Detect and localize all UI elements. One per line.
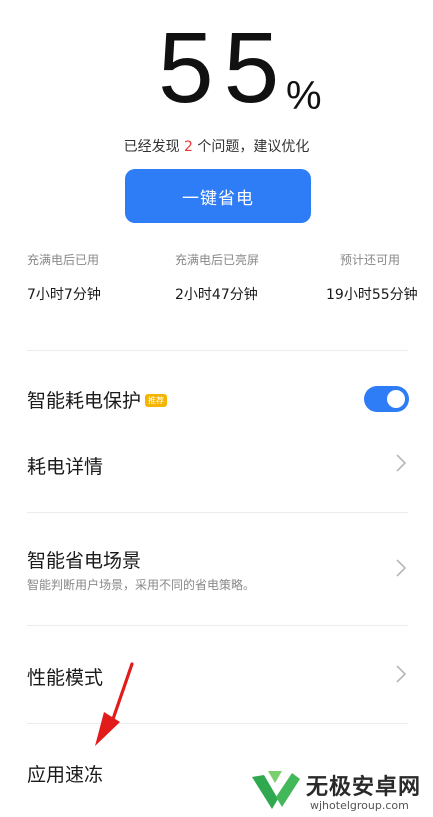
toggle-knob (387, 390, 405, 408)
stat-label: 预计还可用 (340, 253, 401, 267)
row-performance-mode[interactable]: 性能模式 (0, 625, 433, 723)
battery-percent: 55 (158, 12, 290, 124)
stat-label: 充满电后已亮屏 (175, 253, 260, 267)
stat-remaining: 预计还可用 19小时55分钟 (326, 251, 418, 304)
battery-percent-unit: % (286, 74, 322, 118)
issue-summary: 已经发现 2 个问题，建议优化 (0, 136, 433, 156)
annotation-arrow-icon (95, 662, 134, 746)
row-usage-detail[interactable]: 耗电详情 (0, 428, 433, 512)
row-title: 智能省电场景 (27, 550, 142, 572)
stat-used-since-charge: 充满电后已用 7小时7分钟 (27, 251, 101, 304)
stat-value: 2小时47分钟 (175, 287, 258, 303)
one-tap-save-button[interactable]: 一键省电 (125, 169, 311, 223)
watermark-url: wjhotelgroup.com (310, 799, 409, 812)
recommend-badge: 推荐 (145, 394, 168, 407)
row-title: 应用速冻 (27, 764, 104, 786)
issue-prefix: 已经发现 (123, 139, 185, 155)
stat-value: 19小时55分钟 (326, 287, 418, 303)
battery-display: 55 % (0, 18, 433, 128)
row-title: 耗电详情 (27, 456, 104, 478)
issue-count: 2 (184, 139, 193, 155)
stat-value: 7小时7分钟 (27, 287, 101, 303)
row-title-text: 智能耗电保护 (27, 390, 142, 412)
usage-stats: 充满电后已用 7小时7分钟 充满电后已亮屏 2小时47分钟 预计还可用 19小时… (0, 251, 433, 311)
watermark-logo-icon (252, 771, 300, 809)
stat-label: 充满电后已用 (27, 253, 100, 267)
stat-screen-on-since-charge: 充满电后已亮屏 2小时47分钟 (175, 251, 259, 304)
row-title: 智能耗电保护 推荐 (27, 386, 168, 413)
row-smart-scene[interactable]: 智能省电场景 智能判断用户场景，采用不同的省电策略。 (0, 512, 433, 625)
chevron-right-icon (396, 559, 407, 577)
smart-power-protect-toggle[interactable] (364, 386, 409, 412)
chevron-right-icon (396, 454, 407, 472)
watermark-title: 无极安卓网 (306, 775, 422, 800)
watermark: 无极安卓网 wjhotelgroup.com (240, 763, 433, 817)
chevron-right-icon (396, 665, 407, 683)
issue-suffix: 个问题，建议优化 (192, 139, 310, 155)
row-subtitle: 智能判断用户场景，采用不同的省电策略。 (27, 578, 256, 592)
